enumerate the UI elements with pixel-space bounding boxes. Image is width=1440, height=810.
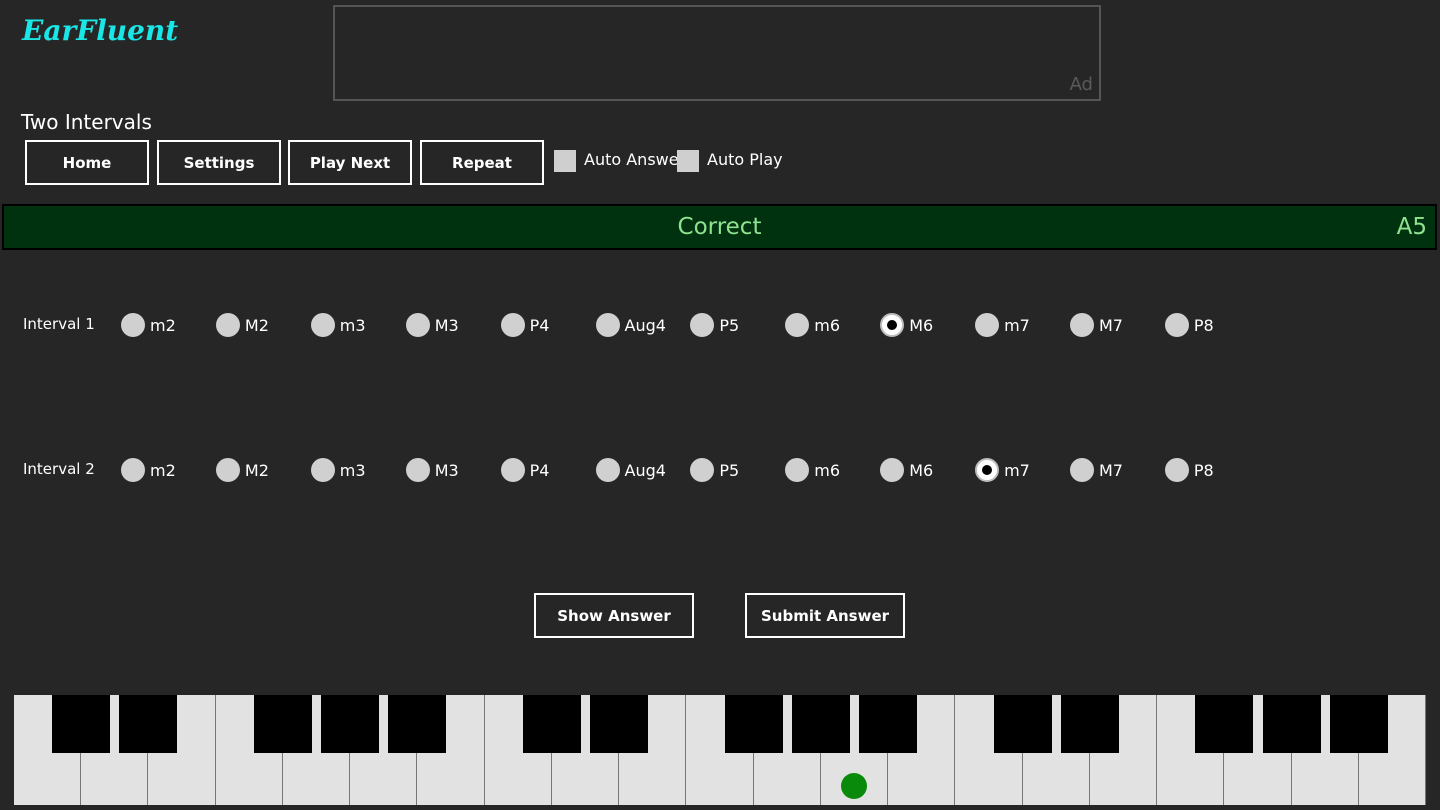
piano-keyboard bbox=[14, 695, 1426, 805]
auto-answer-checkbox[interactable] bbox=[554, 150, 576, 172]
piano-black-key[interactable] bbox=[791, 695, 850, 753]
interval-radio-P5[interactable] bbox=[690, 458, 715, 482]
interval-radio-label: Aug4 bbox=[624, 316, 666, 335]
piano-black-key[interactable] bbox=[993, 695, 1052, 753]
interval-radio-label: m6 bbox=[814, 461, 841, 480]
interval-radio-M2[interactable] bbox=[215, 458, 240, 482]
piano-black-key[interactable] bbox=[52, 695, 111, 753]
interval-radio-m7[interactable] bbox=[975, 458, 1000, 482]
show-answer-button[interactable]: Show Answer bbox=[534, 593, 694, 638]
piano-black-key[interactable] bbox=[1060, 695, 1119, 753]
interval-radio-m3[interactable] bbox=[310, 458, 335, 482]
interval-radio-label: P5 bbox=[719, 461, 740, 480]
interval-radio-m7[interactable] bbox=[975, 313, 1000, 337]
interval-radio-Aug4[interactable] bbox=[595, 313, 620, 337]
interval-radio-label: M6 bbox=[909, 316, 934, 335]
interval-radio-P4[interactable] bbox=[500, 313, 525, 337]
interval-radio-label: M3 bbox=[434, 461, 459, 480]
interval-radio-M2[interactable] bbox=[215, 313, 240, 337]
interval-radio-label: m3 bbox=[339, 316, 366, 335]
settings-button[interactable]: Settings bbox=[157, 140, 281, 185]
interval-radio-M3[interactable] bbox=[405, 458, 430, 482]
interval-radio-m2[interactable] bbox=[121, 313, 145, 337]
piano-black-key[interactable] bbox=[388, 695, 447, 753]
piano-black-key[interactable] bbox=[119, 695, 178, 753]
interval-radio-label: M6 bbox=[909, 461, 934, 480]
status-note: A5 bbox=[1396, 214, 1427, 240]
interval-radio-m6[interactable] bbox=[785, 458, 810, 482]
status-text: Correct bbox=[677, 214, 762, 240]
auto-play-checkbox[interactable] bbox=[677, 150, 699, 172]
interval-row-label: Interval 1 bbox=[23, 315, 95, 333]
app-logo: EarFluent bbox=[22, 14, 179, 47]
interval-radio-label: M7 bbox=[1099, 316, 1123, 335]
repeat-button[interactable]: Repeat bbox=[420, 140, 544, 185]
interval-radio-M3[interactable] bbox=[405, 313, 430, 337]
piano-black-key[interactable] bbox=[1195, 695, 1254, 753]
interval-radio-label: Aug4 bbox=[624, 461, 666, 480]
ad-banner[interactable]: Ad bbox=[333, 5, 1101, 101]
piano-black-key[interactable] bbox=[859, 695, 918, 753]
interval-radio-label: P5 bbox=[719, 316, 740, 335]
interval-radio-P4[interactable] bbox=[500, 458, 525, 482]
interval-radio-label: P4 bbox=[529, 461, 550, 480]
interval-radio-label: m6 bbox=[814, 316, 841, 335]
auto-answer-label: Auto Answer bbox=[584, 150, 686, 169]
home-button[interactable]: Home bbox=[25, 140, 149, 185]
piano-black-key[interactable] bbox=[724, 695, 783, 753]
interval-radio-P5[interactable] bbox=[690, 313, 715, 337]
play-next-button[interactable]: Play Next bbox=[288, 140, 412, 185]
piano-black-key[interactable] bbox=[590, 695, 649, 753]
ad-label: Ad bbox=[1069, 74, 1093, 95]
interval-radio-m2[interactable] bbox=[121, 458, 145, 482]
page-title: Two Intervals bbox=[21, 110, 152, 134]
interval-radio-M7[interactable] bbox=[1070, 313, 1094, 337]
piano-black-key[interactable] bbox=[321, 695, 380, 753]
interval-radio-label: M2 bbox=[244, 461, 269, 480]
interval-radio-label: m2 bbox=[150, 316, 176, 335]
interval-radio-M6[interactable] bbox=[880, 458, 905, 482]
interval-radio-Aug4[interactable] bbox=[595, 458, 620, 482]
interval-radio-label: M2 bbox=[244, 316, 269, 335]
interval-radio-label: P8 bbox=[1193, 316, 1214, 335]
interval-radio-M6[interactable] bbox=[880, 313, 905, 337]
interval-radio-label: M7 bbox=[1099, 461, 1123, 480]
piano-black-key[interactable] bbox=[522, 695, 581, 753]
interval-radio-label: P8 bbox=[1193, 461, 1214, 480]
interval-radio-label: m7 bbox=[1004, 316, 1030, 335]
interval-radio-m3[interactable] bbox=[310, 313, 335, 337]
interval-row-label: Interval 2 bbox=[23, 460, 95, 478]
auto-play-label: Auto Play bbox=[707, 150, 783, 169]
status-bar: Correct A5 bbox=[2, 204, 1437, 250]
interval-radio-M7[interactable] bbox=[1070, 458, 1094, 482]
interval-radio-P8[interactable] bbox=[1164, 313, 1189, 337]
interval-radio-P8[interactable] bbox=[1164, 458, 1189, 482]
interval-radio-m6[interactable] bbox=[785, 313, 810, 337]
submit-answer-button[interactable]: Submit Answer bbox=[745, 593, 905, 638]
piano-black-key[interactable] bbox=[1329, 695, 1388, 753]
interval-radio-label: m2 bbox=[150, 461, 176, 480]
interval-radio-label: m7 bbox=[1004, 461, 1030, 480]
interval-radio-label: m3 bbox=[339, 461, 366, 480]
piano-black-key[interactable] bbox=[253, 695, 312, 753]
piano-black-key[interactable] bbox=[1262, 695, 1321, 753]
interval-radio-label: M3 bbox=[434, 316, 459, 335]
interval-radio-label: P4 bbox=[529, 316, 550, 335]
